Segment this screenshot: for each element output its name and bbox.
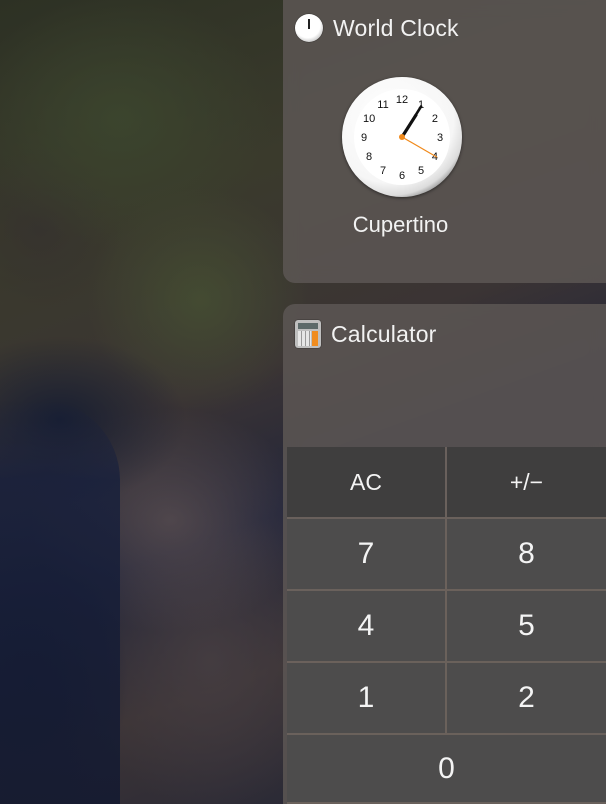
clock-dial-number: 5 [418, 165, 424, 177]
clock-dial-number: 6 [399, 170, 405, 182]
clock-dial-number: 9 [361, 132, 367, 144]
clock-dial-number: 12 [396, 94, 408, 106]
clock-icon [295, 14, 323, 42]
clock-dial-number: 11 [377, 99, 388, 111]
digit-7-button[interactable]: 7 [287, 519, 445, 589]
wallpaper-water [0, 400, 120, 804]
calculator-title: Calculator [331, 320, 437, 347]
world-clock-widget[interactable]: World Clock 12 1 2 3 4 5 6 7 8 9 10 11 Cupertino [283, 0, 606, 283]
digit-1-button[interactable]: 1 [287, 663, 445, 733]
calculator-keypad: AC +/− 7 8 4 5 1 2 0 [287, 447, 606, 804]
world-clock-title: World Clock [333, 14, 459, 41]
clock-dial-number: 2 [432, 113, 438, 125]
notification-center-widgets: World Clock 12 1 2 3 4 5 6 7 8 9 10 11 Cupertino Ca… [283, 0, 606, 804]
clock-dial-number: 8 [366, 151, 372, 163]
sign-toggle-button[interactable]: +/− [447, 447, 606, 517]
clock-center-pin [399, 134, 405, 140]
analog-clock: 12 1 2 3 4 5 6 7 8 9 10 11 [342, 77, 462, 197]
clock-city-label: Cupertino [352, 212, 449, 237]
digit-5-button[interactable]: 5 [447, 591, 606, 661]
calculator-icon [295, 320, 321, 348]
digit-0-button[interactable]: 0 [287, 735, 606, 802]
clock-dial-number: 3 [437, 132, 443, 144]
digit-8-button[interactable]: 8 [447, 519, 606, 589]
digit-2-button[interactable]: 2 [447, 663, 606, 733]
calculator-header: Calculator [295, 317, 437, 351]
digit-4-button[interactable]: 4 [287, 591, 445, 661]
clock-face: 12 1234567891011 [354, 89, 450, 185]
clock-dial-number: 7 [380, 165, 386, 177]
world-clock-header: World Clock [295, 11, 459, 45]
clock-dial-number: 10 [363, 113, 375, 125]
clear-button[interactable]: AC [287, 447, 445, 517]
